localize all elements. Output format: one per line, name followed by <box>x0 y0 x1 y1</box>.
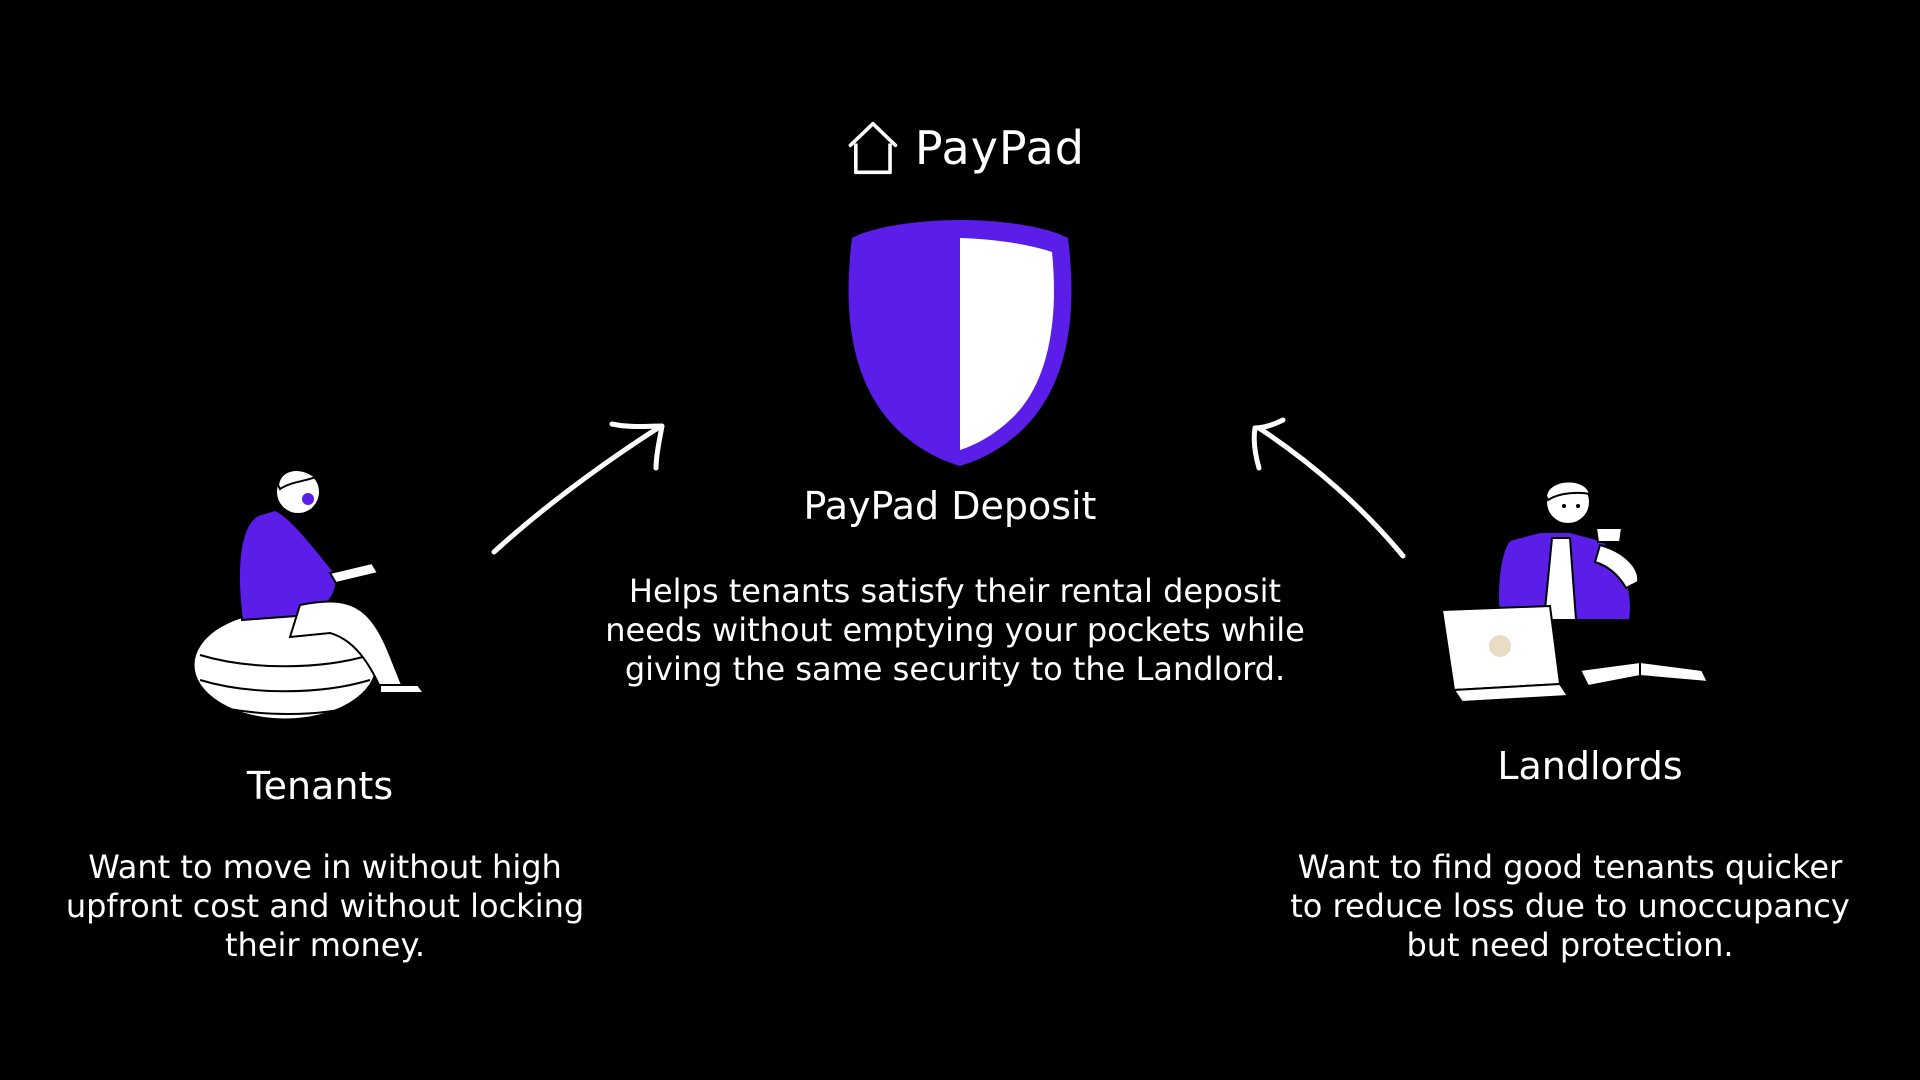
landlords-title: Landlords <box>1497 744 1683 788</box>
tenants-title: Tenants <box>246 764 394 808</box>
brand-name: PayPad <box>914 121 1085 175</box>
shield-icon <box>848 220 1072 466</box>
arrow-up-left-icon <box>1251 417 1406 559</box>
person-reading-on-beanbag-illustration <box>191 469 426 722</box>
center-description: Helps tenants satisfy their rental depos… <box>605 572 1305 688</box>
brand-logo: PayPad <box>845 112 1085 184</box>
arrow-up-right-icon <box>491 421 665 555</box>
person-with-laptop-and-coffee-illustration <box>1440 479 1710 704</box>
house-outline-icon <box>848 121 898 175</box>
tenants-description: Want to move in without high upfront cos… <box>65 848 585 964</box>
landlords-description: Want to find good tenants quicker to red… <box>1290 848 1850 964</box>
center-title: PayPad Deposit <box>803 484 1097 528</box>
